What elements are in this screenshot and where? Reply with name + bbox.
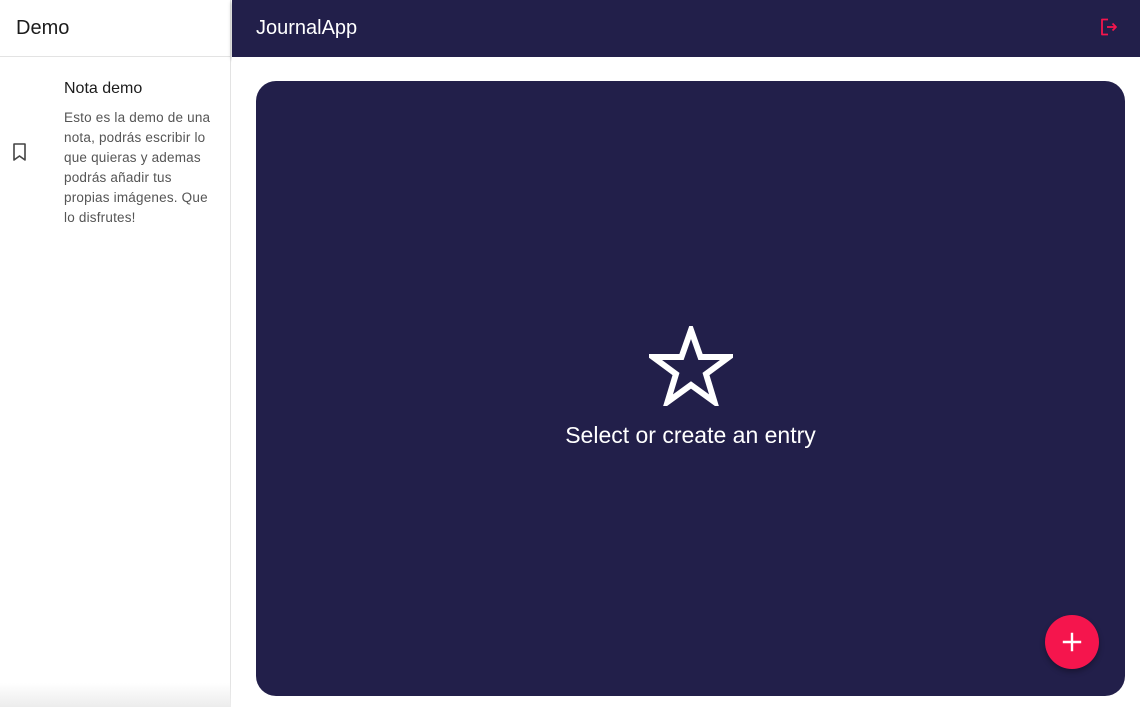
top-app-bar: JournalApp (232, 0, 1140, 57)
app-title: JournalApp (256, 17, 358, 39)
journal-app: Demo Nota demo Esto es la demo de una no… (0, 0, 1140, 707)
add-icon (1062, 632, 1082, 652)
bookmark-icon (10, 142, 30, 162)
sidebar-title: Demo (16, 16, 70, 39)
empty-state: Select or create an entry (256, 326, 1125, 449)
note-text: Nota demo Esto es la demo de una nota, p… (64, 79, 214, 228)
note-list-item[interactable]: Nota demo Esto es la demo de una nota, p… (0, 57, 230, 228)
logout-icon (1101, 18, 1117, 36)
entry-panel: Select or create an entry (256, 81, 1125, 696)
sidebar-header: Demo (0, 0, 230, 57)
logout-button[interactable] (1096, 14, 1122, 40)
note-title: Nota demo (64, 80, 143, 97)
add-entry-button[interactable] (1045, 615, 1099, 669)
note-body: Esto es la demo de una nota, podrás escr… (64, 110, 211, 225)
sidebar: Demo Nota demo Esto es la demo de una no… (0, 0, 231, 707)
sidebar-bottom-fade (0, 683, 231, 707)
main-content: Select or create an entry (232, 57, 1140, 707)
empty-state-text: Select or create an entry (565, 422, 816, 448)
star-outline-icon (648, 326, 733, 406)
